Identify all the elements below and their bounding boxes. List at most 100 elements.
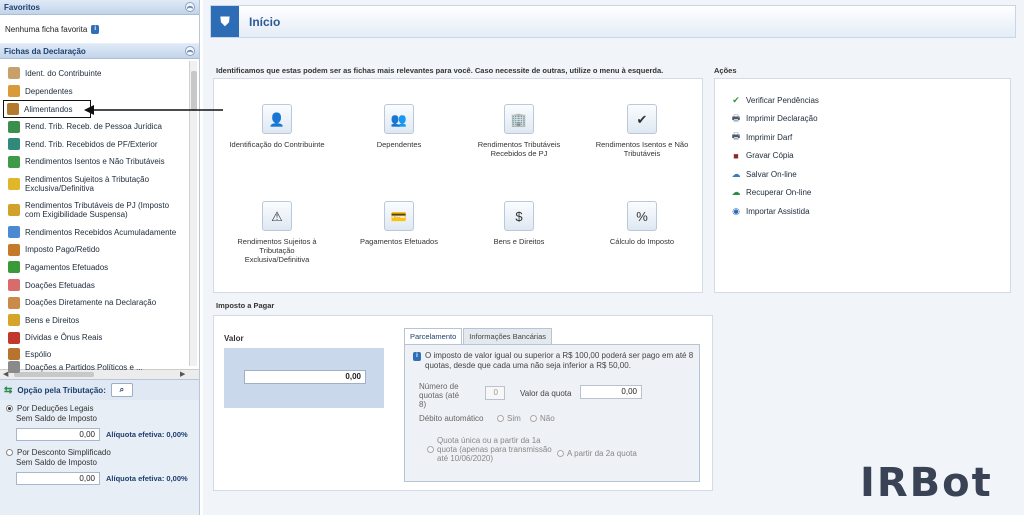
- debito-sim-option[interactable]: Sim: [497, 414, 521, 423]
- sidebar-item-label: Imposto Pago/Retido: [25, 245, 100, 254]
- collapse-favoritos-icon[interactable]: ︽: [185, 2, 195, 12]
- sim-radio[interactable]: [497, 415, 504, 422]
- sidebar-item-label: Rendimentos Tributáveis de PJ (Imposto c…: [25, 201, 170, 219]
- tax-paid-icon: [8, 243, 20, 256]
- acao-icon: ☁: [731, 187, 741, 198]
- sidebar-item-label: Rend. Trib. Recebidos de PF/Exterior: [25, 139, 158, 149]
- acao-recuperar-on-line[interactable]: ☁ Recuperar On-line: [715, 184, 1010, 203]
- tile-pagamentos[interactable]: 💳 Pagamentos Efetuados: [349, 201, 449, 246]
- acao-verificar-pendencias[interactable]: ✔ Verificar Pendências: [715, 91, 1010, 110]
- estate-icon: [8, 348, 20, 360]
- acao-icon: ◉: [732, 205, 740, 216]
- sidebar-item-label: Ident. do Contribuinte: [25, 68, 102, 78]
- tile-dependentes[interactable]: 👥 Dependentes: [349, 104, 449, 149]
- sidebar-item-income-pf[interactable]: Rend. Trib. Recebidos de PF/Exterior: [0, 135, 184, 153]
- tile-label: Identificação do Contribuinte: [229, 140, 325, 149]
- tile-label: Rendimentos Tributáveis Recebidos de PJ: [477, 140, 561, 158]
- debito-nao-option[interactable]: Não: [530, 414, 555, 423]
- favoritos-header[interactable]: Favoritos ︽: [0, 0, 199, 15]
- valor-label: Valor: [224, 334, 244, 343]
- tile-label: Rendimentos Sujeitos à Tributação Exclus…: [237, 237, 317, 264]
- simplificado-radio[interactable]: [6, 448, 13, 456]
- tile-rend-isentos[interactable]: ✔ Rendimentos Isentos e Não Tributáveis: [592, 104, 692, 158]
- acao-label: Imprimir Declaração: [746, 114, 818, 124]
- opcao-title: Opção pela Tributação:: [17, 385, 106, 395]
- tile-label: Pagamentos Efetuados: [360, 237, 438, 246]
- tile-calculo-imposto[interactable]: % Cálculo do Imposto: [592, 201, 692, 246]
- sidebar-item-estate[interactable]: Espólio: [0, 346, 184, 362]
- acao-salvar-on-line[interactable]: ☁ Salvar On-line: [715, 165, 1010, 184]
- quota-unica-option[interactable]: Quota única ou a partir da 1a quota (ape…: [427, 436, 552, 463]
- sidebar-item-donations[interactable]: Doações Efetuadas: [0, 276, 184, 294]
- numero-quotas-stepper[interactable]: 0: [485, 386, 505, 400]
- sidebar-item-alimentandos[interactable]: Alimentandos: [3, 100, 91, 118]
- sidebar-item-tax-paid[interactable]: Imposto Pago/Retido: [0, 241, 184, 258]
- acao-label: Verificar Pendências: [746, 95, 819, 105]
- tile-identificacao[interactable]: 👤 Identificação do Contribuinte: [227, 104, 327, 149]
- acao-label: Importar Assistida: [746, 206, 810, 216]
- sidebar-item-party-donations[interactable]: Doações a Partidos Políticos e ...: [0, 361, 184, 373]
- acoes-panel: ✔ Verificar Pendências 🖶 Imprimir Declaraçã…: [714, 78, 1011, 293]
- sidebar-item-payments[interactable]: Pagamentos Efetuados: [0, 258, 184, 276]
- tile-rend-pj[interactable]: 🏢 Rendimentos Tributáveis Recebidos de PJ: [469, 104, 569, 158]
- segunda-quota-radio[interactable]: [557, 450, 564, 457]
- quota-unica-radio[interactable]: [427, 446, 434, 453]
- tab-informacoes-bancarias[interactable]: Informações Bancárias: [463, 328, 552, 344]
- acao-importar-assistida[interactable]: ◉ Importar Assistida: [715, 202, 1010, 221]
- dependentes-icon: 👥: [384, 104, 414, 134]
- deducoes-value: 0,00: [16, 427, 100, 441]
- parcelamento-panel: i O imposto de valor igual ou superior a…: [404, 344, 700, 482]
- sidebar-item-label: Rendimentos Isentos e Não Tributáveis: [25, 157, 165, 166]
- acao-imprimir-darf[interactable]: 🖶 Imprimir Darf: [715, 128, 1010, 147]
- annotation-arrow-icon: [84, 105, 223, 115]
- sidebar-item-direct-donations[interactable]: Doações Diretamente na Declaração: [0, 294, 184, 311]
- accumulated-icon: [8, 226, 20, 238]
- fichas-title: Fichas da Declaração: [4, 46, 86, 56]
- sidebar-item-debts[interactable]: Dívidas e Ônus Reais: [0, 329, 184, 346]
- search-icon: ⌕: [119, 385, 125, 394]
- info-icon[interactable]: i: [91, 24, 100, 34]
- sidebar-item-label: Doações Efetuadas: [25, 280, 95, 290]
- sidebar-item-income-pj[interactable]: Rend. Trib. Receb. de Pessoa Jurídica: [0, 118, 184, 135]
- tile-bens-direitos[interactable]: $ Bens e Direitos: [469, 201, 569, 246]
- page-title: Início: [249, 14, 281, 29]
- valor-quota-label: Valor da quota: [520, 389, 572, 398]
- receita-logo-icon: ⛊: [211, 6, 239, 37]
- sidebar-item-accumulated[interactable]: Rendimentos Recebidos Acumuladamente: [0, 223, 184, 241]
- acao-gravar-copia[interactable]: ■ Gravar Cópia: [715, 147, 1010, 166]
- tile-label: Dependentes: [376, 140, 422, 149]
- acao-icon: 🖶: [731, 131, 741, 142]
- deducoes-radio[interactable]: [6, 404, 13, 412]
- acao-icon: ☁: [731, 168, 741, 179]
- sidebar-item-suspended[interactable]: Rendimentos Tributáveis de PJ (Imposto c…: [0, 197, 184, 223]
- acao-imprimir-declaracao[interactable]: 🖶 Imprimir Declaração: [715, 110, 1010, 129]
- acao-icon: 🖶: [731, 112, 741, 123]
- deducoes-label: Por Deduções Legais: [17, 403, 94, 413]
- sidebar-item-exempt[interactable]: Rendimentos Isentos e Não Tributáveis: [0, 153, 184, 170]
- search-button[interactable]: ⌕: [110, 383, 133, 397]
- segunda-quota-option[interactable]: A partir da 2a quota: [557, 449, 637, 458]
- sidebar-item-person[interactable]: Ident. do Contribuinte: [0, 64, 184, 82]
- sidebar-item-dependents[interactable]: Dependentes: [0, 82, 184, 100]
- imposto-panel: Valor 0,00 Parcelamento Informações Banc…: [213, 315, 713, 491]
- tab-parcelamento[interactable]: Parcelamento: [404, 328, 463, 344]
- sidebar-item-label: Pagamentos Efetuados: [25, 262, 109, 272]
- warning-doc-icon: [8, 177, 20, 190]
- income-pf-icon: [8, 138, 20, 150]
- hscroll-thumb[interactable]: [14, 372, 94, 377]
- deducoes-legais-option[interactable]: Por Deduções Legais: [6, 402, 193, 414]
- collapse-fichas-icon[interactable]: ︽: [185, 46, 195, 56]
- fichas-header[interactable]: Fichas da Declaração ︽: [0, 44, 199, 59]
- pagamentos-icon: 💳: [384, 201, 414, 231]
- opcao-tributacao-header: ⇆ Opção pela Tributação: ⌕: [0, 380, 199, 400]
- nao-radio[interactable]: [530, 415, 537, 422]
- desconto-simplificado-option[interactable]: Por Desconto Simplificado: [6, 446, 193, 458]
- sidebar-item-assets[interactable]: Bens e Direitos: [0, 311, 184, 329]
- numero-quotas-label: Número de quotas (até 8): [419, 382, 460, 409]
- acoes-title: Ações: [714, 66, 737, 75]
- nao-label: Não: [540, 414, 555, 423]
- tile-rend-exclusiva[interactable]: ⚠ Rendimentos Sujeitos à Tributação Exclu…: [227, 201, 327, 264]
- title-bar: ⛊ Início: [210, 5, 1016, 38]
- sidebar-item-warning-doc[interactable]: Rendimentos Sujeitos à Tributação Exclus…: [0, 170, 184, 197]
- sidebar-item-label: Doações a Partidos Políticos e ...: [25, 362, 143, 372]
